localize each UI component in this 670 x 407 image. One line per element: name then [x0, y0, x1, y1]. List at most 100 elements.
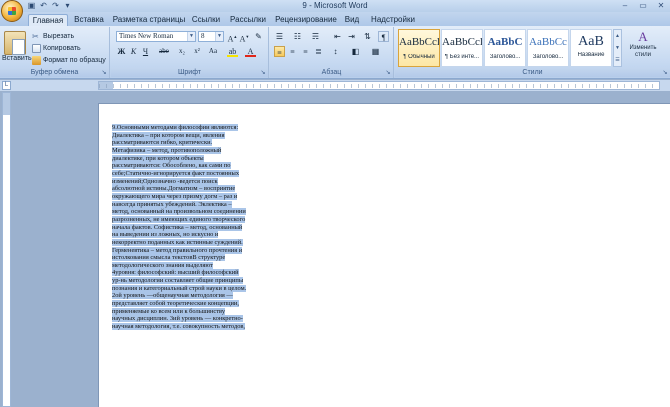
- selected-text: научная методология, т.е. совокупность м…: [112, 323, 246, 331]
- underline-button[interactable]: Ч: [140, 46, 151, 57]
- style-normal[interactable]: AaBbCcl ¶ Обычный: [398, 29, 440, 67]
- tab-view[interactable]: Вид: [342, 14, 362, 26]
- numbering-icon[interactable]: ☷: [292, 31, 303, 42]
- document-line[interactable]: метод, основанный на произвольном соедин…: [112, 208, 277, 216]
- align-center-icon[interactable]: ≡: [287, 46, 298, 57]
- tab-insert[interactable]: Вставка: [72, 14, 106, 26]
- horizontal-ruler[interactable]: [98, 81, 660, 90]
- document-line[interactable]: 2ой уровень —общенаучная методология —: [112, 292, 277, 300]
- undo-icon[interactable]: ↶: [39, 1, 48, 10]
- change-case-button[interactable]: Aa: [206, 46, 220, 57]
- document-line[interactable]: 9.Основными методами философии являются:: [112, 124, 277, 132]
- italic-button[interactable]: К: [128, 46, 139, 57]
- document-line[interactable]: Герменевтика – метод правильного прочтен…: [112, 246, 277, 255]
- document-line[interactable]: некорректно поданных как истинные сужден…: [112, 238, 277, 247]
- paste-button[interactable]: Вставить: [2, 53, 32, 63]
- copy-button[interactable]: Копировать: [32, 43, 81, 53]
- font-name-combo[interactable]: Times New Roman ▼: [116, 31, 196, 42]
- document-line[interactable]: начала фактов. Софистика – метод, основа…: [112, 223, 277, 232]
- document-line[interactable]: рассматриваются гибко, критически.: [112, 139, 277, 147]
- brush-icon: [32, 55, 41, 65]
- chevron-down-icon[interactable]: ▼: [215, 32, 223, 41]
- vertical-ruler-margin: [3, 93, 10, 115]
- borders-icon[interactable]: ▦: [370, 46, 381, 57]
- styles-launcher-icon[interactable]: ↘: [661, 69, 669, 77]
- document-line[interactable]: методологического знания выделяют: [112, 261, 277, 270]
- document-line[interactable]: окружающего мира через призму догм – раз…: [112, 192, 277, 201]
- document-line[interactable]: истолкования смысла текстовВ структуре: [112, 254, 277, 262]
- grow-font-icon[interactable]: A▲: [227, 31, 238, 44]
- document-page[interactable]: 9.Основными методами философии являются:…: [98, 103, 670, 407]
- save-icon[interactable]: ▣: [27, 1, 36, 10]
- format-painter-button[interactable]: Формат по образцу: [32, 55, 106, 65]
- clipboard-launcher-icon[interactable]: ↘: [100, 69, 108, 77]
- chevron-down-icon[interactable]: ▼: [187, 32, 195, 41]
- document-line[interactable]: применяемые ко всем или к большинству: [112, 307, 277, 316]
- document-text[interactable]: 9.Основными методами философии являются:…: [112, 124, 277, 331]
- align-left-icon[interactable]: ≡: [274, 46, 285, 57]
- document-line[interactable]: Метафизика – метод, противоположный: [112, 146, 277, 155]
- office-button[interactable]: [1, 0, 23, 22]
- shading-icon[interactable]: ◧: [350, 46, 361, 57]
- close-button[interactable]: ✕: [652, 0, 670, 11]
- document-line[interactable]: разрозненных, не имеющих единого творчес…: [112, 215, 277, 224]
- tab-page-layout[interactable]: Разметка страницы: [112, 14, 186, 26]
- font-size-combo[interactable]: 8 ▼: [198, 31, 224, 42]
- tab-review[interactable]: Рецензирование: [274, 14, 338, 26]
- tab-home[interactable]: Главная: [28, 14, 68, 26]
- show-marks-icon[interactable]: ¶: [378, 31, 389, 42]
- document-line[interactable]: представляет собой теоретические концепц…: [112, 300, 277, 308]
- increase-indent-icon[interactable]: ⇥: [346, 31, 357, 42]
- bold-button[interactable]: Ж: [116, 46, 127, 57]
- document-line[interactable]: познания и категориальный строй науки в …: [112, 284, 277, 293]
- document-line[interactable]: диалектике, при котором объекты: [112, 154, 277, 163]
- customize-icon[interactable]: ▾: [63, 1, 72, 10]
- window-controls: – ▭ ✕: [616, 0, 670, 11]
- paragraph-launcher-icon[interactable]: ↘: [384, 69, 392, 77]
- document-line[interactable]: на выведении из ложных, но искусно и: [112, 231, 277, 239]
- shrink-font-icon[interactable]: A▼: [239, 31, 250, 44]
- subscript-button[interactable]: x₂: [175, 46, 189, 57]
- document-area[interactable]: 9.Основными методами философии являются:…: [12, 91, 670, 407]
- document-line[interactable]: абсолютной истины.Догматизм – восприятие: [112, 185, 277, 193]
- multilevel-list-icon[interactable]: ☴: [310, 31, 321, 42]
- clear-format-icon[interactable]: ✎: [253, 31, 264, 42]
- document-line[interactable]: изменений;Однозначно -ведется поиск: [112, 177, 277, 186]
- document-line[interactable]: Диалектика – при котором вещи, явления: [112, 131, 277, 140]
- superscript-button[interactable]: x²: [190, 46, 204, 57]
- minimize-button[interactable]: –: [616, 0, 634, 11]
- document-line[interactable]: себе;Статично-игнорируется факт постоянн…: [112, 169, 277, 178]
- style-heading-2[interactable]: AaBbCc Заголово...: [527, 29, 569, 67]
- style-no-spacing[interactable]: AaBbCcl ¶ Без инте...: [441, 29, 483, 67]
- style-title[interactable]: AaB Название: [570, 29, 612, 67]
- style-heading-1[interactable]: AaBbC Заголово...: [484, 29, 526, 67]
- maximize-button[interactable]: ▭: [634, 0, 652, 11]
- document-line[interactable]: навсегда принятых убеждений. Эклектика –: [112, 200, 277, 209]
- cut-button[interactable]: ✂ Вырезать: [32, 31, 74, 41]
- change-styles-button[interactable]: A Изменить стили: [625, 29, 661, 67]
- document-line[interactable]: научных дисциплин. 3ий уровень — конкрет…: [112, 315, 277, 323]
- tab-selector-icon[interactable]: L: [2, 81, 11, 90]
- selected-text: на выведении из ложных, но искусно и: [112, 231, 219, 239]
- align-right-icon[interactable]: ≡: [300, 46, 311, 57]
- selected-text: начала фактов. Софистика – метод, основа…: [112, 223, 243, 231]
- styles-gallery-scroll[interactable]: ▲ ▼ ☰: [613, 29, 622, 67]
- document-line[interactable]: научная методология, т.е. совокупность м…: [112, 323, 277, 331]
- font-launcher-icon[interactable]: ↘: [259, 69, 267, 77]
- redo-icon[interactable]: ↷: [51, 1, 60, 10]
- document-line[interactable]: рассматриваются: Обособлено, как сами по: [112, 162, 277, 170]
- strikethrough-button[interactable]: abe: [156, 46, 172, 57]
- vertical-ruler[interactable]: [2, 92, 11, 407]
- tab-addins[interactable]: Надстройки: [368, 14, 418, 26]
- tab-references[interactable]: Ссылки: [190, 14, 222, 26]
- line-spacing-icon[interactable]: ↕: [330, 46, 341, 57]
- document-line[interactable]: 4уровня: философский: высший философский: [112, 269, 277, 277]
- justify-icon[interactable]: ≣: [313, 46, 324, 57]
- decrease-indent-icon[interactable]: ⇤: [332, 31, 343, 42]
- bullets-icon[interactable]: ☰: [274, 31, 285, 42]
- sort-icon[interactable]: ⇅: [362, 31, 373, 42]
- selected-text: метод, основанный на произвольном соедин…: [112, 208, 246, 216]
- tab-mailings[interactable]: Рассылки: [228, 14, 268, 26]
- document-line[interactable]: ур-нь методологии составляет общие принц…: [112, 277, 277, 285]
- paste-icon[interactable]: [4, 31, 26, 55]
